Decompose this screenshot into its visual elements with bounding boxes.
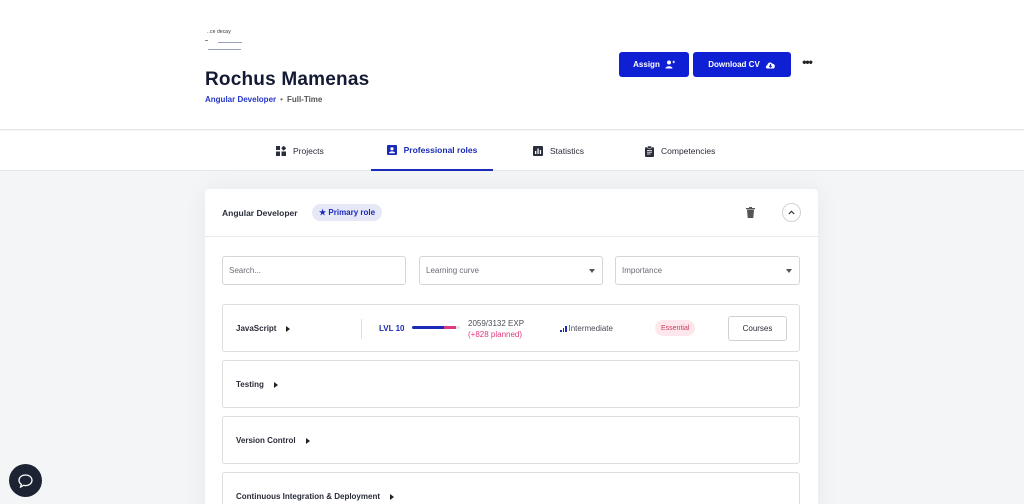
more-options-icon[interactable]: •••: [800, 55, 814, 69]
assign-label: Assign: [633, 60, 660, 69]
separator: •: [280, 95, 283, 104]
importance-select[interactable]: Importance: [615, 256, 800, 285]
chat-launcher-button[interactable]: [9, 464, 42, 497]
competency-toggle[interactable]: Testing: [236, 380, 278, 389]
profile-header: ..ce decay Rochus Mamenas Angular Develo…: [0, 0, 1024, 130]
chevron-up-icon: [788, 210, 795, 215]
employee-subtitle: Angular Developer • Full-Time: [205, 95, 322, 104]
search-input[interactable]: Search...: [222, 256, 406, 285]
proficiency: Intermediate: [560, 324, 613, 333]
competency-name: JavaScript: [236, 324, 277, 333]
employee-name: Rochus Mamenas: [205, 69, 370, 90]
employee-role-link[interactable]: Angular Developer: [205, 95, 276, 104]
learning-curve-select[interactable]: Learning curve: [419, 256, 603, 285]
role-card-header: Angular Developer ★ Primary role: [205, 189, 818, 237]
bar-chart-icon: [533, 146, 543, 156]
tab-projects-label: Projects: [293, 146, 324, 156]
caret-right-icon: [305, 437, 310, 444]
caret-down-icon: [589, 269, 595, 273]
competency-level: LVL 10: [379, 324, 405, 333]
competency-name: Version Control: [236, 436, 296, 445]
add-user-icon: [665, 60, 675, 69]
caret-right-icon: [390, 493, 394, 500]
tab-competencies-label: Competencies: [661, 146, 716, 156]
exp-earned-fill: [412, 326, 444, 329]
exp-text: 2059/3132 EXP (+828 planned): [468, 318, 524, 340]
competency-toggle[interactable]: JavaScript: [236, 324, 291, 333]
proficiency-label: Intermediate: [568, 324, 613, 333]
clipboard-icon: [645, 145, 654, 157]
chat-icon: [18, 473, 33, 488]
download-cv-button[interactable]: Download CV: [693, 52, 791, 77]
caret-right-icon: [273, 381, 278, 388]
competency-toggle[interactable]: Continuous Integration & Deployment: [236, 492, 394, 501]
competency-row-testing[interactable]: Testing: [222, 360, 800, 408]
download-cv-label: Download CV: [708, 60, 760, 69]
tab-projects[interactable]: Projects: [276, 131, 324, 171]
trash-icon[interactable]: [746, 207, 755, 218]
collapse-button[interactable]: [782, 203, 801, 222]
tab-statistics-label: Statistics: [550, 146, 585, 156]
logo-text: ..ce decay: [207, 29, 231, 35]
courses-button[interactable]: Courses: [728, 316, 787, 341]
tab-professional-roles[interactable]: Professional roles: [371, 131, 493, 171]
competency-name: Testing: [236, 380, 264, 389]
exp-progress-bar: [412, 326, 460, 329]
signal-bars-icon: [560, 325, 567, 332]
primary-role-badge: ★ Primary role: [312, 204, 383, 221]
importance-label: Importance: [622, 266, 663, 275]
tab-professional-roles-label: Professional roles: [403, 145, 478, 155]
assign-button[interactable]: Assign: [619, 52, 689, 77]
cloud-download-icon: [765, 62, 775, 68]
badge-icon: [386, 145, 397, 155]
dashboard-icon: [276, 146, 286, 156]
competency-toggle[interactable]: Version Control: [236, 436, 310, 445]
tab-statistics[interactable]: Statistics: [533, 131, 584, 171]
exp-value: 2059/3132 EXP: [468, 319, 525, 328]
tab-competencies[interactable]: Competencies: [645, 131, 715, 171]
employment-type: Full-Time: [286, 95, 323, 104]
competency-name: Continuous Integration & Deployment: [236, 492, 380, 501]
caret-down-icon: [786, 269, 792, 273]
divider: [361, 319, 362, 339]
competency-row-javascript[interactable]: JavaScript LVL 10 2059/3132 EXP (+828 pl…: [222, 304, 800, 352]
learning-curve-label: Learning curve: [426, 266, 479, 275]
role-title: Angular Developer: [222, 208, 298, 218]
search-placeholder: Search...: [229, 266, 262, 275]
competency-row-version-control[interactable]: Version Control: [222, 416, 800, 464]
caret-right-icon: [286, 325, 291, 332]
tab-bar: Projects Professional roles Statistics C…: [0, 131, 1024, 171]
importance-badge: Essential: [655, 320, 696, 336]
company-logo: ..ce decay: [205, 27, 245, 55]
competency-row-ci-cd[interactable]: Continuous Integration & Deployment: [222, 472, 800, 504]
exp-planned: (+828 planned): [468, 330, 523, 339]
exp-planned-fill: [443, 326, 457, 329]
